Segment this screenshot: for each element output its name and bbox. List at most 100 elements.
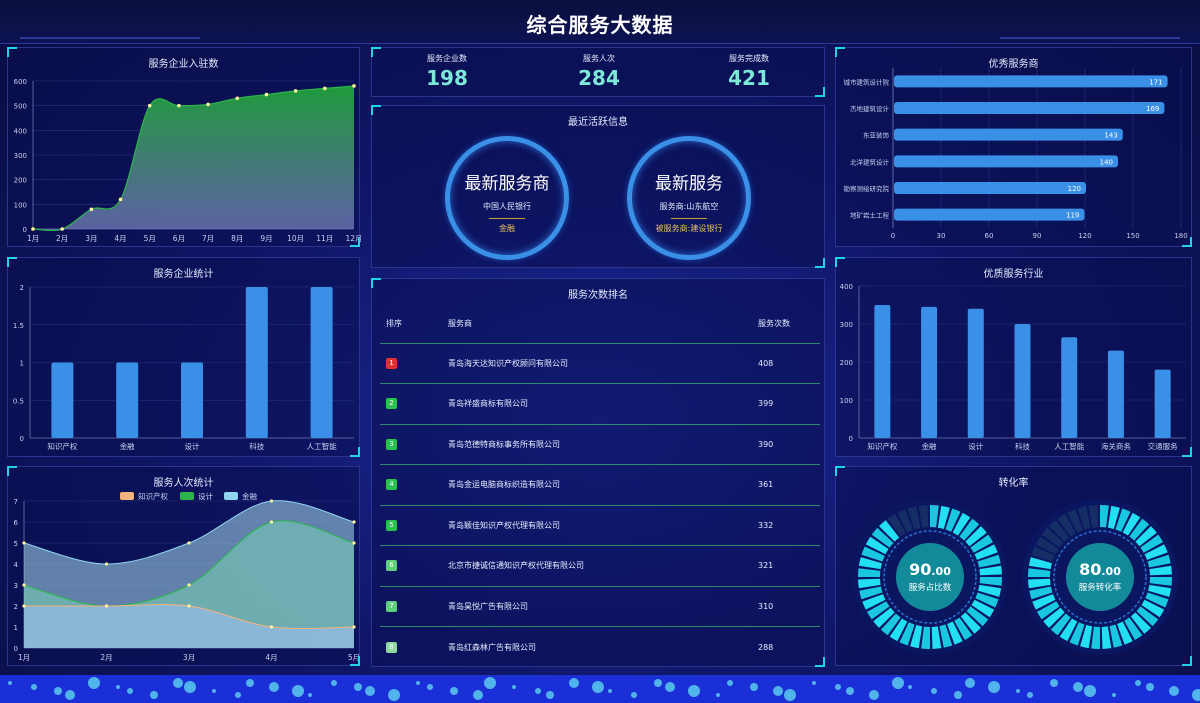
provider-name-cell: 青岛范德特商标事务所有限公司 bbox=[442, 423, 752, 465]
y-tick-label: 1 bbox=[20, 360, 24, 368]
latest-provider-ring[interactable]: 最新服务商 中国人民银行 金融 bbox=[445, 136, 569, 260]
visits-panel: 服务人次统计 0 1 2 3 4 5 6 7 1月 2月 3月 4月 5月 知识产权 设计 金融 bbox=[7, 466, 360, 666]
decor-dot bbox=[727, 680, 733, 686]
bar bbox=[310, 287, 333, 438]
table-row[interactable]: 3 青岛范德特商标事务所有限公司 390 bbox=[380, 423, 820, 465]
service-conversion-gauge: 80.00 服务转化率 bbox=[1022, 499, 1178, 655]
data-point bbox=[22, 583, 26, 587]
x-tick-label: 7月 bbox=[202, 234, 214, 243]
industries-panel: 优质服务行业 0 100 200 300 400 知识产权 金融 设计 科技 人工智能 海关商务 交通… bbox=[835, 257, 1192, 457]
legend-swatch bbox=[120, 492, 134, 500]
decor-dot bbox=[184, 681, 196, 693]
data-point bbox=[89, 207, 94, 212]
data-point bbox=[22, 541, 26, 545]
gauge-label: 服务转化率 bbox=[1079, 582, 1122, 593]
y-tick-label: 100 bbox=[14, 201, 27, 209]
x-tick-label: 4月 bbox=[114, 234, 126, 243]
conversion-panel: 转化率 90.00 服务占比数 80.00 服务转化率 bbox=[835, 466, 1192, 666]
rank-badge: 6 bbox=[386, 560, 397, 572]
decor-dot bbox=[869, 690, 879, 700]
x-tick-label: 交通服务 bbox=[1148, 441, 1178, 451]
bar bbox=[921, 306, 938, 438]
data-point bbox=[352, 520, 356, 524]
x-tick-label: 8月 bbox=[231, 234, 243, 243]
table-row[interactable]: 2 青岛祥盛商标有限公司 399 bbox=[380, 383, 820, 424]
y-tick-label: 2 bbox=[14, 603, 18, 611]
header: 综合服务大数据 bbox=[0, 0, 1200, 44]
legend-item[interactable]: 知识产权 bbox=[120, 491, 168, 501]
x-tick-label: 90 bbox=[1033, 232, 1042, 240]
legend-item[interactable]: 设计 bbox=[180, 491, 213, 501]
decor-dot bbox=[954, 691, 962, 699]
table-row[interactable]: 1 青岛海天达知识产权顾问有限公司 408 bbox=[380, 342, 820, 384]
bar bbox=[894, 182, 1086, 194]
legend-item[interactable]: 金融 bbox=[224, 491, 257, 501]
ranking-table: 排序 服务商 服务次数 1 青岛海天达知识产权顾问有限公司 408 2 青岛祥盛商标有限… bbox=[380, 305, 820, 667]
data-point bbox=[269, 520, 274, 524]
rank-cell: 2 bbox=[380, 383, 442, 424]
provider-name-cell: 青岛昊悦广告有限公司 bbox=[442, 585, 752, 627]
bar bbox=[894, 128, 1123, 141]
stat-value: 284 bbox=[578, 66, 620, 90]
decor-dot bbox=[31, 684, 37, 690]
conversion-panel-title: 转化率 bbox=[998, 478, 1029, 489]
rank-cell: 7 bbox=[380, 585, 442, 627]
x-tick-label: 5月 bbox=[144, 234, 156, 243]
decor-dot bbox=[269, 682, 279, 692]
decor-dot bbox=[631, 692, 637, 698]
data-point bbox=[352, 541, 356, 545]
gauge-label: 服务占比数 bbox=[909, 582, 952, 593]
y-tick-label: 7 bbox=[14, 498, 18, 506]
decor-dot bbox=[931, 688, 937, 694]
x-tick-label: 12月 bbox=[345, 234, 361, 243]
table-row[interactable]: 8 青岛红森林广告有限公司 288 bbox=[380, 626, 820, 667]
stat-enterprise-count: 服务企业数 198 bbox=[387, 53, 507, 90]
decor-dot bbox=[65, 690, 75, 700]
header-deco-right bbox=[1000, 37, 1180, 39]
data-point bbox=[187, 583, 191, 587]
bar bbox=[51, 362, 74, 438]
data-point bbox=[206, 102, 210, 107]
decor-dot bbox=[846, 687, 854, 695]
decor-dot bbox=[150, 691, 158, 699]
table-row[interactable]: 5 青岛颖佳知识产权代理有限公司 332 bbox=[380, 504, 820, 546]
visits-chart[interactable]: 0 1 2 3 4 5 6 7 1月 2月 3月 4月 5月 知识产权 设计 金融 bbox=[8, 467, 361, 667]
active-panel: 最近活跃信息 最新服务商 中国人民银行 金融 最新服务 服务商:山东航空 被服务… bbox=[371, 105, 825, 268]
x-tick-label: 11月 bbox=[316, 234, 333, 243]
latest-service-ring[interactable]: 最新服务 服务商:山东航空 被服务商:建设银行 bbox=[627, 136, 751, 260]
table-row[interactable]: 4 青岛金运电脑商标织造有限公司 361 bbox=[380, 464, 820, 505]
legend-swatch bbox=[180, 492, 194, 500]
decor-dot bbox=[608, 689, 612, 693]
y-tick-label: 100 bbox=[840, 397, 853, 405]
page-title: 综合服务大数据 bbox=[526, 13, 674, 37]
provider-column-header: 服务商 bbox=[448, 319, 472, 329]
x-tick-label: 2月 bbox=[100, 653, 112, 662]
decor-dot bbox=[235, 692, 241, 698]
data-point bbox=[104, 562, 109, 566]
rank-badge: 1 bbox=[386, 357, 397, 369]
x-tick-label: 设计 bbox=[968, 441, 983, 451]
rank-cell: 1 bbox=[380, 342, 442, 384]
y-tick-label: 1.5 bbox=[13, 322, 24, 330]
service-count-cell: 408 bbox=[752, 342, 820, 384]
decor-dot bbox=[654, 679, 662, 687]
y-tick-label: 杰地建筑设计 bbox=[850, 104, 890, 113]
decor-dot bbox=[1112, 693, 1116, 697]
table-row[interactable]: 7 青岛昊悦广告有限公司 310 bbox=[380, 585, 820, 627]
x-tick-label: 6月 bbox=[173, 234, 185, 243]
decor-dot bbox=[1016, 689, 1020, 693]
decor-dot bbox=[1192, 689, 1200, 701]
x-tick-label: 0 bbox=[891, 232, 895, 240]
ring-divider bbox=[671, 218, 707, 219]
enterprise-stats-chart: 0 0.5 1 1.5 2 知识产权 金融 设计 科技 人工智能 bbox=[13, 284, 354, 451]
service-count-cell: 361 bbox=[752, 464, 820, 505]
ranking-header-row: 排序 服务商 服务次数 bbox=[380, 305, 820, 343]
data-point bbox=[269, 625, 274, 629]
bar bbox=[894, 155, 1118, 168]
table-row[interactable]: 6 北京市捷诚信通知识产权代理有限公司 321 bbox=[380, 545, 820, 586]
data-point bbox=[264, 92, 269, 97]
service-count-cell: 310 bbox=[752, 585, 820, 627]
decor-dot bbox=[750, 683, 758, 691]
data-label: 143 bbox=[1104, 132, 1117, 140]
data-point bbox=[235, 96, 240, 101]
